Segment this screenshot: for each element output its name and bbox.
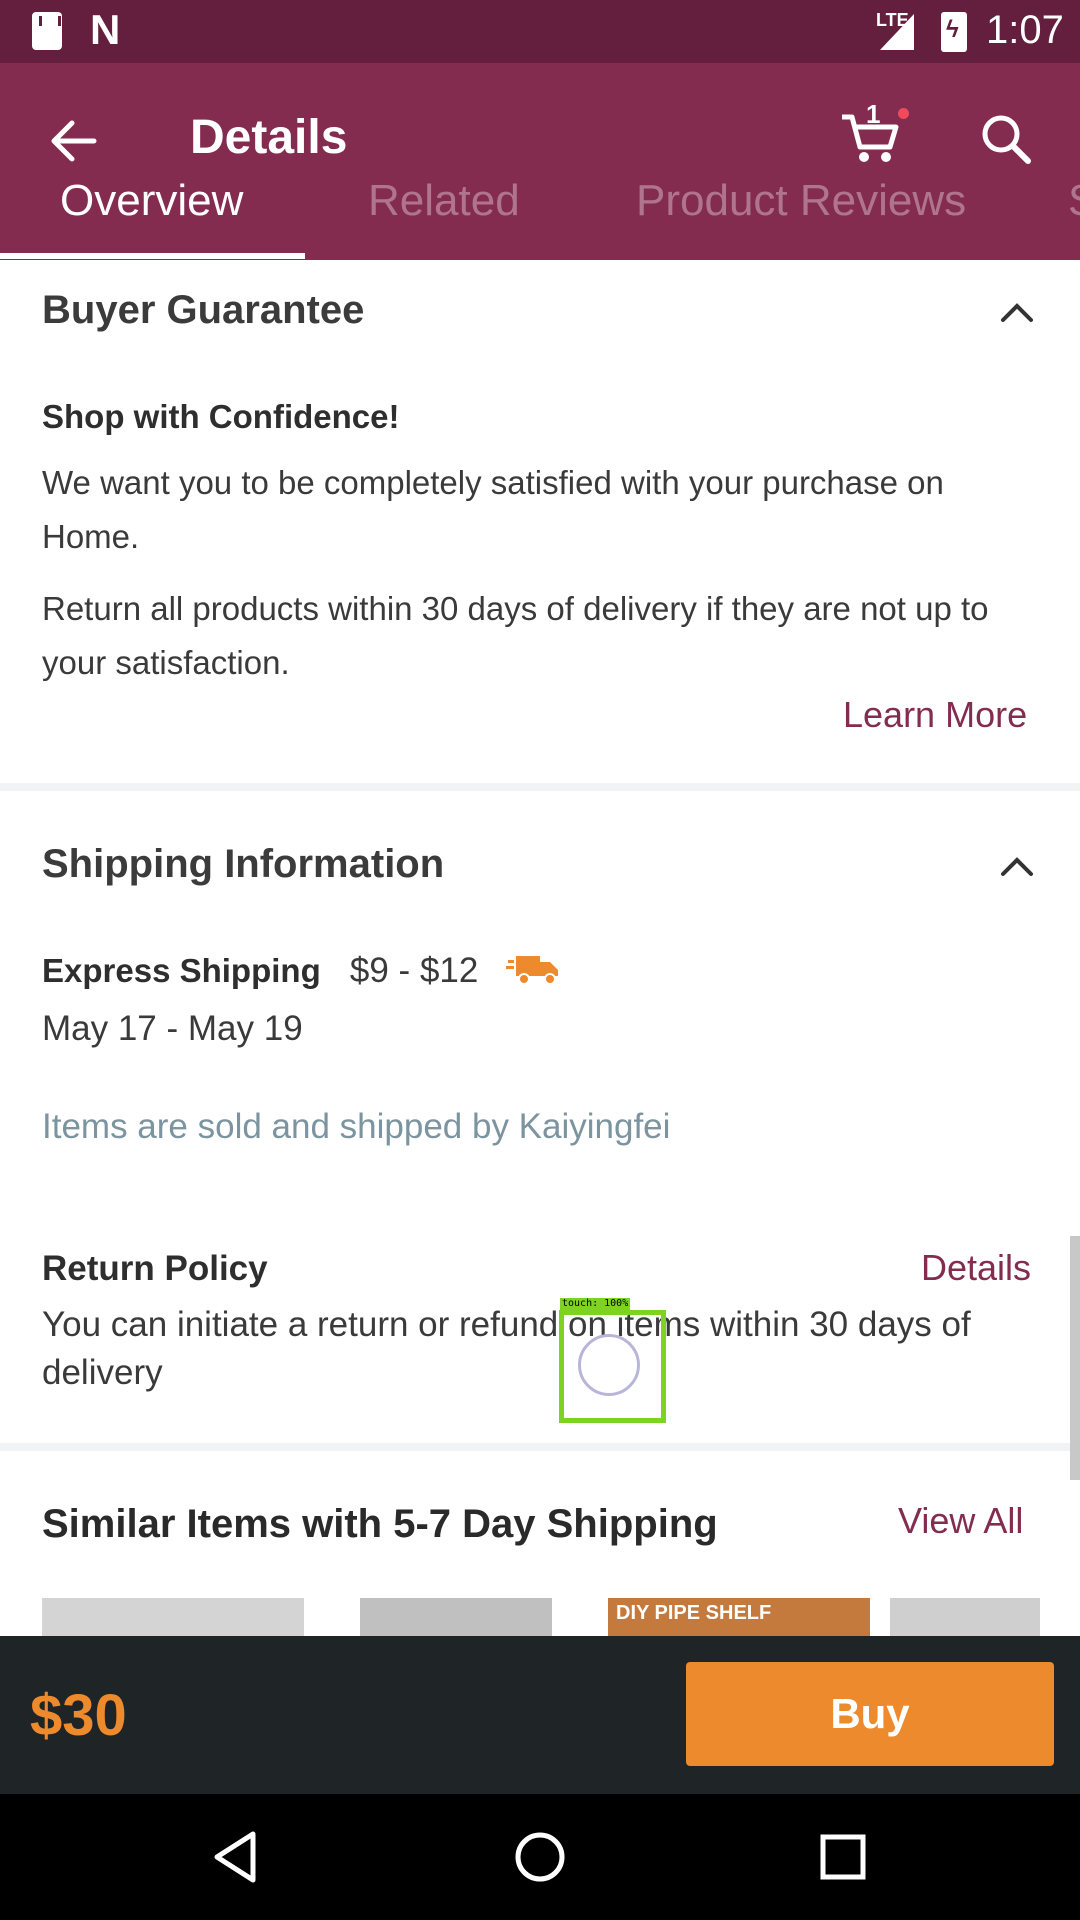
return-policy-text: You can initiate a return or refund on i… [42,1305,971,1392]
shipping-price: $9 - $12 [349,951,479,990]
product-thumbnail[interactable] [360,1598,552,1638]
signal-icon [880,14,914,50]
guarantee-text-2: Return all products within 30 days of de… [42,590,989,681]
page-title: Details [190,111,348,164]
shipping-dates: May 17 - May 19 [42,1009,303,1048]
return-policy-title: Return Policy [42,1249,268,1288]
nav-home-icon[interactable] [507,1824,573,1890]
guarantee-heading: Shop with Confidence! [42,398,400,435]
touch-indicator-label: touch: 100% [560,1298,631,1310]
product-thumbnail[interactable] [890,1598,1040,1638]
tab-indicator [0,253,305,259]
tab-product-reviews[interactable]: Product Reviews [636,180,966,226]
return-details-link[interactable]: Details [921,1247,1031,1289]
product-thumbnail[interactable]: DIY PIPE SHELF [608,1598,870,1638]
system-nav-bar [0,1794,1080,1920]
learn-more-link[interactable]: Learn More [843,694,1027,736]
touch-point [578,1334,640,1396]
tab-overview[interactable]: Overview [60,180,243,226]
purchase-bar: $30 Buy [0,1636,1080,1794]
buyer-guarantee-title: Buyer Guarantee [42,288,365,332]
product-thumbnail[interactable] [42,1598,304,1638]
chevron-up-icon[interactable] [997,298,1037,326]
tab-more[interactable]: S [1068,180,1080,226]
seller-note: Items are sold and shipped by Kaiyingfei [42,1107,671,1146]
status-bar: N LTE 1:07 [0,0,1080,63]
buy-button[interactable]: Buy [686,1662,1054,1766]
scrollbar[interactable] [1070,1236,1080,1480]
similar-items-carousel: DIY PIPE SHELF [42,1598,1040,1638]
section-divider [0,1443,1080,1451]
cart-count-badge: 1 [866,99,881,129]
tab-related[interactable]: Related [368,180,520,226]
product-price: $30 [30,1683,127,1748]
sd-card-icon [32,12,62,50]
tab-bar: Overview Related Product Reviews S [0,180,1080,260]
section-divider [0,783,1080,791]
search-icon[interactable] [976,109,1036,169]
chevron-up-icon[interactable] [997,852,1037,880]
view-all-link[interactable]: View All [898,1500,1023,1542]
back-arrow-icon[interactable] [44,111,104,171]
similar-items-title: Similar Items with 5-7 Day Shipping [42,1502,718,1546]
truck-icon [505,956,558,985]
guarantee-text-1: We want you to be completely satisfied w… [42,464,944,555]
nav-back-icon[interactable] [203,1824,269,1890]
clock: 1:07 [986,8,1064,52]
nav-recents-icon[interactable] [810,1824,876,1890]
cart-notification-dot [898,108,909,119]
shipping-method: Express Shipping [42,952,321,989]
battery-icon [941,12,967,52]
shipping-method-row: Express Shipping $9 - $12 [42,944,1042,998]
shipping-info-title: Shipping Information [42,842,445,886]
n-notification-icon: N [90,6,121,53]
